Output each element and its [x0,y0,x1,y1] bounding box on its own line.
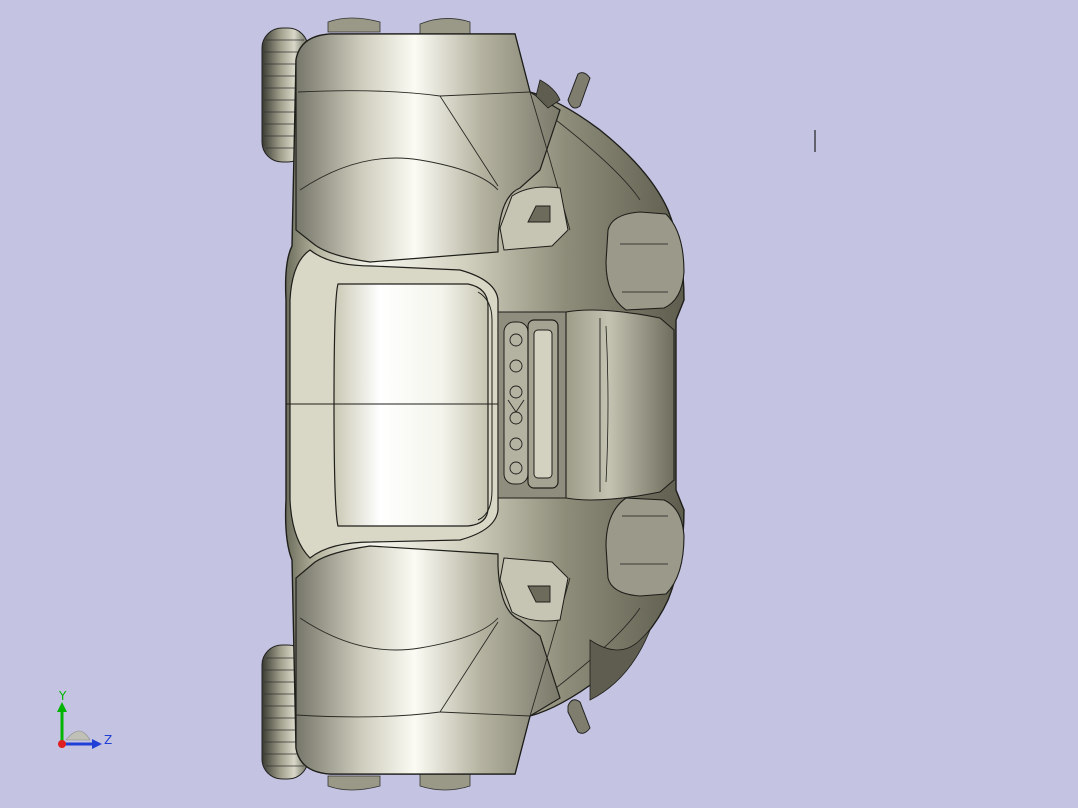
y-axis-label: Y [58,689,67,703]
viewport-canvas[interactable]: Y Z [0,0,1078,808]
graphics-viewport[interactable]: Y Z [0,0,1078,808]
rear-tire-top [327,17,381,33]
headlight-lower [605,497,685,597]
front-nose [565,309,675,501]
seat[interactable] [333,283,489,527]
front-tire-bottom-right [419,773,471,791]
z-axis-label: Z [104,733,112,747]
front-tire-bottom [327,775,381,791]
x-axis-dot [58,740,66,748]
headlight-upper [605,211,685,311]
gas-cap [533,329,553,479]
